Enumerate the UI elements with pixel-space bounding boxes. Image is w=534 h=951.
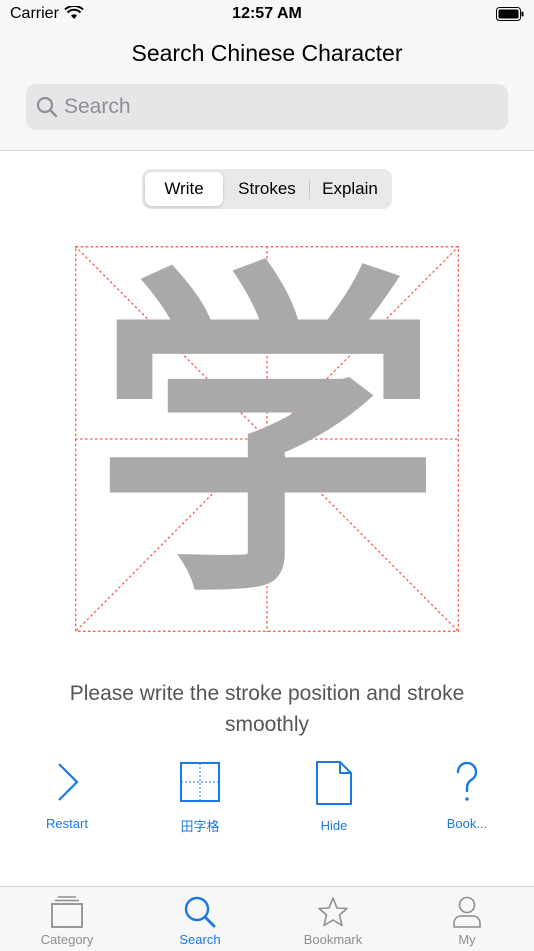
segment-write[interactable]: Write [145, 172, 223, 206]
person-icon [453, 896, 481, 928]
grid-toggle-button[interactable]: 田字格 [150, 760, 250, 835]
book-label: Book... [446, 816, 488, 831]
grid-icon [180, 762, 220, 802]
tab-bookmark-label: Bookmark [303, 932, 363, 947]
tab-my[interactable]: My [400, 895, 534, 947]
tab-category-label: Category [40, 932, 94, 947]
document-icon [316, 761, 352, 805]
tab-category[interactable]: Category [0, 895, 134, 947]
battery-icon [496, 7, 524, 21]
tab-search[interactable]: Search [133, 895, 267, 947]
star-icon [318, 897, 348, 927]
tray-icon [51, 896, 83, 928]
tab-bar: Category Search Bookmark My [0, 886, 534, 951]
search-input[interactable] [64, 84, 494, 130]
segment-strokes[interactable]: Strokes [226, 172, 308, 206]
status-bar: Carrier 12:57 AM [0, 0, 534, 28]
writing-grid[interactable]: 学 [74, 239, 460, 640]
grid-lines: 学 [74, 239, 460, 640]
question-mark-icon [456, 761, 478, 801]
chevron-right-icon [58, 763, 79, 801]
page-title: Search Chinese Character [131, 40, 403, 66]
tab-bookmark[interactable]: Bookmark [266, 895, 400, 947]
segment-explain[interactable]: Explain [310, 172, 390, 206]
status-time: 12:57 AM [232, 5, 302, 22]
hide-button[interactable]: Hide [284, 760, 384, 833]
restart-label: Restart [46, 816, 88, 831]
mode-segmented-control: Write Strokes Explain [142, 169, 392, 209]
character-glyph: 学 [95, 246, 440, 632]
restart-button[interactable]: Restart [17, 760, 117, 831]
grid-toggle-label: 田字格 [180, 819, 220, 834]
navigation-header: Search Chinese Character [0, 28, 534, 151]
book-button[interactable]: Book... [417, 760, 517, 831]
tab-my-label: My [458, 932, 476, 947]
search-field[interactable] [26, 84, 508, 130]
hide-label: Hide [320, 818, 348, 833]
search-icon [36, 96, 58, 118]
tab-search-label: Search [179, 932, 221, 947]
search-icon [184, 896, 216, 928]
instruction-text: Please write the stroke position and str… [69, 682, 465, 736]
